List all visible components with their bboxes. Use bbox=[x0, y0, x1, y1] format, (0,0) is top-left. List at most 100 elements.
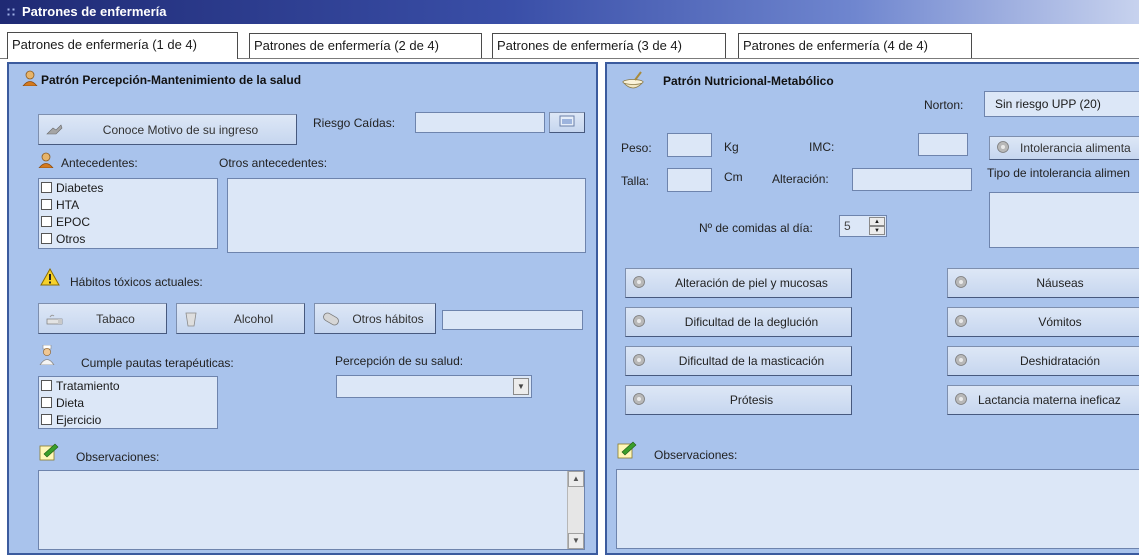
stepper-down-icon[interactable]: ▼ bbox=[869, 226, 885, 235]
lactancia-button[interactable]: Lactancia materna ineficaz bbox=[947, 385, 1139, 415]
protesis-label: Prótesis bbox=[729, 393, 774, 407]
deshidratacion-button[interactable]: Deshidratación bbox=[947, 346, 1139, 376]
dificultad-masticacion-label: Dificultad de la masticación bbox=[678, 354, 825, 368]
pautas-item[interactable]: Dieta bbox=[41, 394, 84, 411]
scroll-down-icon[interactable]: ▼ bbox=[568, 533, 584, 549]
talla-field[interactable] bbox=[667, 168, 712, 192]
alteracion-field[interactable] bbox=[852, 168, 972, 191]
percepcion-label: Percepción de su salud: bbox=[335, 354, 464, 368]
otros-habitos-button[interactable]: Otros hábitos bbox=[314, 303, 436, 334]
stepper-up-icon[interactable]: ▲ bbox=[869, 217, 885, 226]
tabaco-button[interactable]: Tabaco bbox=[38, 303, 167, 334]
calendar-icon bbox=[559, 115, 575, 130]
checkbox-label: HTA bbox=[56, 197, 80, 212]
alteracion-piel-button[interactable]: Alteración de piel y mucosas bbox=[625, 268, 852, 298]
norton-label: Norton: bbox=[924, 98, 964, 112]
intolerancia-button[interactable]: Intolerancia alimenta bbox=[989, 136, 1139, 160]
conoce-motivo-label: Conoce Motivo de su ingreso bbox=[102, 122, 259, 137]
imc-field[interactable] bbox=[918, 133, 968, 156]
window-title: Patrones de enfermería bbox=[22, 4, 167, 19]
percepcion-select[interactable]: ▼ bbox=[336, 375, 532, 398]
vertical-scrollbar[interactable]: ▲ ▼ bbox=[567, 471, 584, 549]
kg-unit: Kg bbox=[724, 140, 739, 154]
checkbox-hta[interactable] bbox=[41, 199, 52, 210]
otros-antecedentes-textarea[interactable] bbox=[227, 178, 586, 253]
chevron-down-icon[interactable]: ▼ bbox=[513, 378, 529, 395]
observaciones-left-textarea[interactable]: ▲ ▼ bbox=[38, 470, 585, 550]
antecedentes-checklist: Diabetes HTA EPOC Otros bbox=[38, 178, 218, 249]
cigarette-icon bbox=[45, 311, 63, 327]
norton-field[interactable]: Sin riesgo UPP (20) bbox=[984, 91, 1139, 117]
checkbox-diabetes[interactable] bbox=[41, 182, 52, 193]
alcohol-label: Alcohol bbox=[233, 311, 274, 326]
antecedentes-item[interactable]: EPOC bbox=[41, 213, 90, 230]
checkbox-ejercicio[interactable] bbox=[41, 414, 52, 425]
otros-habitos-field[interactable] bbox=[442, 310, 583, 330]
pautas-item[interactable]: Ejercicio bbox=[41, 411, 101, 428]
tabaco-label: Tabaco bbox=[96, 311, 135, 326]
glass-icon bbox=[183, 311, 201, 327]
vomitos-label: Vómitos bbox=[1038, 315, 1082, 329]
observaciones-right-textarea[interactable] bbox=[616, 469, 1139, 549]
tipo-intolerancia-label: Tipo de intolerancia alimen bbox=[987, 166, 1130, 180]
antecedentes-label: Antecedentes: bbox=[61, 156, 138, 170]
gear-icon bbox=[632, 275, 650, 291]
comidas-value: 5 bbox=[844, 219, 851, 233]
alcohol-button[interactable]: Alcohol bbox=[176, 303, 305, 334]
checkbox-epoc[interactable] bbox=[41, 216, 52, 227]
checkbox-label: EPOC bbox=[56, 214, 91, 229]
bowl-icon bbox=[621, 70, 645, 97]
person-icon bbox=[22, 70, 38, 89]
protesis-button[interactable]: Prótesis bbox=[625, 385, 852, 415]
checkbox-label: Ejercicio bbox=[56, 412, 102, 427]
antecedentes-item[interactable]: Diabetes bbox=[41, 179, 103, 196]
checkbox-tratamiento[interactable] bbox=[41, 380, 52, 391]
vomitos-button[interactable]: Vómitos bbox=[947, 307, 1139, 337]
dificultad-deglucion-button[interactable]: Dificultad de la deglución bbox=[625, 307, 852, 337]
riesgo-caidas-picker-button[interactable] bbox=[549, 112, 585, 133]
checkbox-otros[interactable] bbox=[41, 233, 52, 244]
alteracion-label: Alteración: bbox=[772, 172, 829, 186]
nauseas-label: Náuseas bbox=[1036, 276, 1084, 290]
gear-icon bbox=[632, 314, 650, 330]
otros-habitos-label: Otros hábitos bbox=[352, 311, 424, 326]
tab-patrones-4[interactable]: Patrones de enfermería (4 de 4) bbox=[738, 33, 972, 58]
tab-patrones-2[interactable]: Patrones de enfermería (2 de 4) bbox=[249, 33, 482, 58]
peso-label: Peso: bbox=[621, 141, 652, 155]
window-title-bar: Patrones de enfermería bbox=[0, 0, 1139, 24]
riesgo-caidas-field[interactable] bbox=[415, 112, 545, 133]
gear-icon bbox=[45, 122, 63, 138]
talla-label: Talla: bbox=[621, 174, 650, 188]
pautas-item[interactable]: Tratamiento bbox=[41, 377, 120, 394]
antecedentes-item[interactable]: HTA bbox=[41, 196, 79, 213]
peso-field[interactable] bbox=[667, 133, 712, 157]
habitos-label: Hábitos tóxicos actuales: bbox=[70, 275, 203, 289]
scroll-up-icon[interactable]: ▲ bbox=[568, 471, 584, 487]
imc-label: IMC: bbox=[809, 140, 835, 154]
notepad-icon bbox=[38, 442, 60, 465]
observaciones-right-label: Observaciones: bbox=[654, 448, 738, 462]
gear-icon bbox=[632, 392, 650, 408]
left-panel-title: Patrón Percepción-Mantenimiento de la sa… bbox=[41, 73, 302, 87]
dificultad-masticacion-button[interactable]: Dificultad de la masticación bbox=[625, 346, 852, 376]
checkbox-label: Otros bbox=[56, 231, 86, 246]
window-grip-icon bbox=[6, 7, 16, 17]
pautas-label: Cumple pautas terapéuticas: bbox=[81, 356, 234, 370]
right-panel: Patrón Nutricional-Metabólico Norton: Si… bbox=[605, 62, 1139, 555]
dificultad-deglucion-label: Dificultad de la deglución bbox=[684, 315, 819, 329]
nauseas-button[interactable]: Náuseas bbox=[947, 268, 1139, 298]
checkbox-label: Dieta bbox=[56, 395, 85, 410]
gear-icon bbox=[632, 353, 650, 369]
checkbox-dieta[interactable] bbox=[41, 397, 52, 408]
tab-patrones-1[interactable]: Patrones de enfermería (1 de 4) bbox=[7, 32, 238, 59]
conoce-motivo-button[interactable]: Conoce Motivo de su ingreso bbox=[38, 114, 297, 145]
comidas-label: Nº de comidas al día: bbox=[699, 221, 813, 235]
tipo-intolerancia-field[interactable] bbox=[989, 192, 1139, 248]
gear-icon bbox=[954, 392, 972, 408]
antecedentes-item[interactable]: Otros bbox=[41, 230, 85, 247]
tab-patrones-3[interactable]: Patrones de enfermería (3 de 4) bbox=[492, 33, 726, 58]
gear-icon bbox=[954, 314, 972, 330]
checkbox-label: Tratamiento bbox=[56, 378, 120, 393]
comidas-stepper[interactable]: 5 ▲ ▼ bbox=[839, 215, 887, 237]
gear-icon bbox=[954, 275, 972, 291]
